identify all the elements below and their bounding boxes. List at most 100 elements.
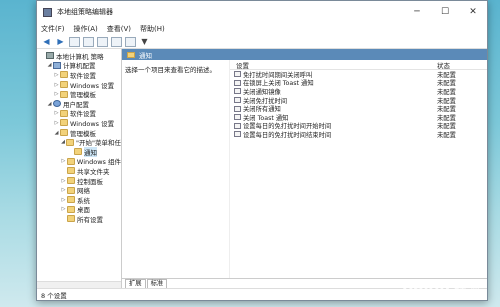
show-hide-tree-icon[interactable] — [69, 36, 80, 47]
view-icon[interactable] — [125, 36, 136, 47]
tree-item-label: 计算机配置 — [63, 62, 96, 71]
folder-icon — [74, 148, 82, 156]
tree-item-label: 软件设置 — [70, 71, 96, 80]
folder-icon — [60, 71, 68, 79]
tab-extended[interactable]: 扩展 — [125, 279, 146, 288]
tree-item[interactable]: ▷ 软件设置 — [37, 70, 121, 80]
properties-icon[interactable] — [83, 36, 94, 47]
details-header: 通知 — [122, 49, 487, 60]
tab-standard[interactable]: 标准 — [146, 279, 168, 288]
tree-item[interactable]: ◢ 管理模板 — [37, 128, 121, 138]
expand-arrow-icon[interactable]: ▷ — [53, 91, 60, 97]
folder-icon — [60, 129, 68, 137]
policy-setting-icon — [234, 122, 241, 129]
policy-icon — [46, 52, 54, 60]
setting-row[interactable]: 设置每日的免打扰时间开始时间 未配置 — [230, 122, 487, 130]
expand-arrow-icon[interactable]: ◢ — [46, 62, 53, 68]
menu-help[interactable]: 帮助(H) — [140, 24, 165, 34]
close-button[interactable]: ✕ — [459, 1, 487, 23]
tree-horizontal-scrollbar[interactable] — [37, 281, 121, 288]
tree-item-label: 本地计算机 策略 — [56, 52, 104, 61]
folder-icon — [67, 205, 75, 213]
forward-arrow-icon[interactable]: ▶ — [55, 37, 66, 47]
folder-icon — [60, 81, 68, 89]
toolbar: ◀ ▶ ▼ — [37, 35, 487, 49]
tree-item[interactable]: ▷ 控制面板 — [37, 176, 121, 186]
window-title: 本地组策略编辑器 — [57, 8, 113, 16]
menu-action[interactable]: 操作(A) — [74, 24, 98, 34]
expand-arrow-icon[interactable]: ▷ — [60, 187, 67, 193]
tree-item-label: 网络 — [77, 187, 90, 196]
expand-arrow-icon[interactable]: ▷ — [53, 120, 60, 126]
svg-text:经验: 经验 — [454, 280, 480, 296]
setting-row[interactable]: 在锁屏上关闭 Toast 通知 未配置 — [230, 79, 487, 87]
column-status[interactable]: 状态 — [437, 60, 487, 70]
tree-item[interactable]: ◢ 用户配置 — [37, 99, 121, 109]
expand-arrow-icon[interactable]: ◢ — [46, 101, 53, 107]
tree-item[interactable]: ▷ Windows 组件 — [37, 157, 121, 167]
tree-item-label: 通知 — [84, 146, 97, 157]
tree-item-label: Windows 组件 — [76, 158, 121, 167]
expand-arrow-icon[interactable]: ▷ — [60, 206, 67, 212]
setting-row[interactable]: 免打扰时间期间关闭呼叫 未配置 — [230, 70, 487, 79]
policy-setting-icon — [234, 79, 241, 86]
navigation-tree: 本地计算机 策略 ◢ 计算机配置 ▷ 软件设置 ▷ Windows 设置 ▷ 管理模板 ◢ 用户配置… — [37, 49, 122, 288]
tree-item[interactable]: 共享文件夹 — [37, 166, 121, 176]
back-arrow-icon[interactable]: ◀ — [41, 37, 52, 47]
app-icon — [43, 7, 52, 17]
menu-bar: 文件(F) 操作(A) 查看(V) 帮助(H) — [37, 23, 487, 35]
column-setting[interactable]: 设置 — [230, 60, 437, 70]
menu-view[interactable]: 查看(V) — [107, 24, 131, 34]
tree-item-label: 用户配置 — [63, 100, 89, 109]
tree-item[interactable]: ▷ Windows 设置 — [37, 80, 121, 90]
folder-icon — [67, 196, 75, 204]
tree-item[interactable]: ▷ 网络 — [37, 185, 121, 195]
expand-arrow-icon[interactable]: ▷ — [53, 82, 60, 88]
computer-icon — [53, 61, 61, 69]
maximize-button[interactable]: ☐ — [431, 1, 459, 23]
details-pane: 通知 选择一个项目来查看它的描述。 设置 状态 免打扰时间期间关闭呼叫 未配置 在锁… — [122, 49, 487, 288]
expand-arrow-icon[interactable]: ▷ — [60, 178, 67, 184]
expand-arrow-icon[interactable]: ▷ — [60, 197, 67, 203]
baidu-watermark: Baidu 经验 — [402, 278, 480, 296]
expand-arrow-icon[interactable]: ▷ — [60, 158, 67, 164]
setting-row[interactable]: 设置每日的免打扰时间结束时间 未配置 — [230, 130, 487, 139]
setting-name-cell: 设置每日的免打扰时间结束时间 — [230, 130, 437, 139]
details-header-title: 通知 — [139, 51, 152, 60]
tree-item-label: 软件设置 — [70, 110, 96, 119]
setting-row[interactable]: 关闭 Toast 通知 未配置 — [230, 113, 487, 122]
tree-item[interactable]: ▷ 软件设置 — [37, 109, 121, 119]
setting-row[interactable]: 关闭通知镜像 未配置 — [230, 87, 487, 96]
help-icon[interactable] — [111, 36, 122, 47]
tree-item[interactable]: ▷ 桌面 — [37, 205, 121, 214]
tree-item-label: Windows 设置 — [70, 119, 115, 128]
folder-icon — [60, 119, 68, 127]
setting-row[interactable]: 关闭所有通知 未配置 — [230, 104, 487, 113]
folder-icon — [67, 177, 75, 185]
tree-item[interactable]: ▷ Windows 设置 — [37, 118, 121, 128]
tree-item[interactable]: ◢ 计算机配置 — [37, 61, 121, 71]
tree-item-label: 管理模板 — [70, 129, 96, 138]
tree-item[interactable]: 所有设置 — [37, 214, 121, 224]
description-pane: 选择一个项目来查看它的描述。 — [122, 60, 230, 278]
tree-item-label: 系统 — [77, 196, 90, 205]
export-list-icon[interactable] — [97, 36, 108, 47]
filter-icon[interactable]: ▼ — [139, 37, 150, 47]
setting-row[interactable]: 关闭免打扰时间 未配置 — [230, 96, 487, 105]
list-header: 设置 状态 — [230, 60, 487, 70]
folder-icon — [60, 109, 68, 117]
settings-list: 设置 状态 免打扰时间期间关闭呼叫 未配置 在锁屏上关闭 Toast 通知 未配置 关闭… — [230, 60, 487, 278]
expand-arrow-icon[interactable]: ◢ — [53, 130, 60, 136]
menu-file[interactable]: 文件(F) — [41, 24, 65, 34]
expand-arrow-icon[interactable]: ▷ — [53, 110, 60, 116]
tree-item[interactable]: ▷ 管理模板 — [37, 89, 121, 99]
expand-arrow-icon[interactable]: ▷ — [53, 72, 60, 78]
policy-setting-icon — [234, 114, 241, 121]
tree-item-label: 所有设置 — [77, 215, 103, 224]
tree-item[interactable]: ▷ 系统 — [37, 195, 121, 205]
tree-item[interactable]: 本地计算机 策略 — [37, 51, 121, 61]
tree-item[interactable]: 通知 — [37, 146, 121, 157]
minimize-button[interactable]: ─ — [403, 1, 431, 23]
tree-item[interactable]: ◢ "开始"菜单和任 — [37, 137, 121, 147]
setting-status: 未配置 — [437, 131, 456, 139]
